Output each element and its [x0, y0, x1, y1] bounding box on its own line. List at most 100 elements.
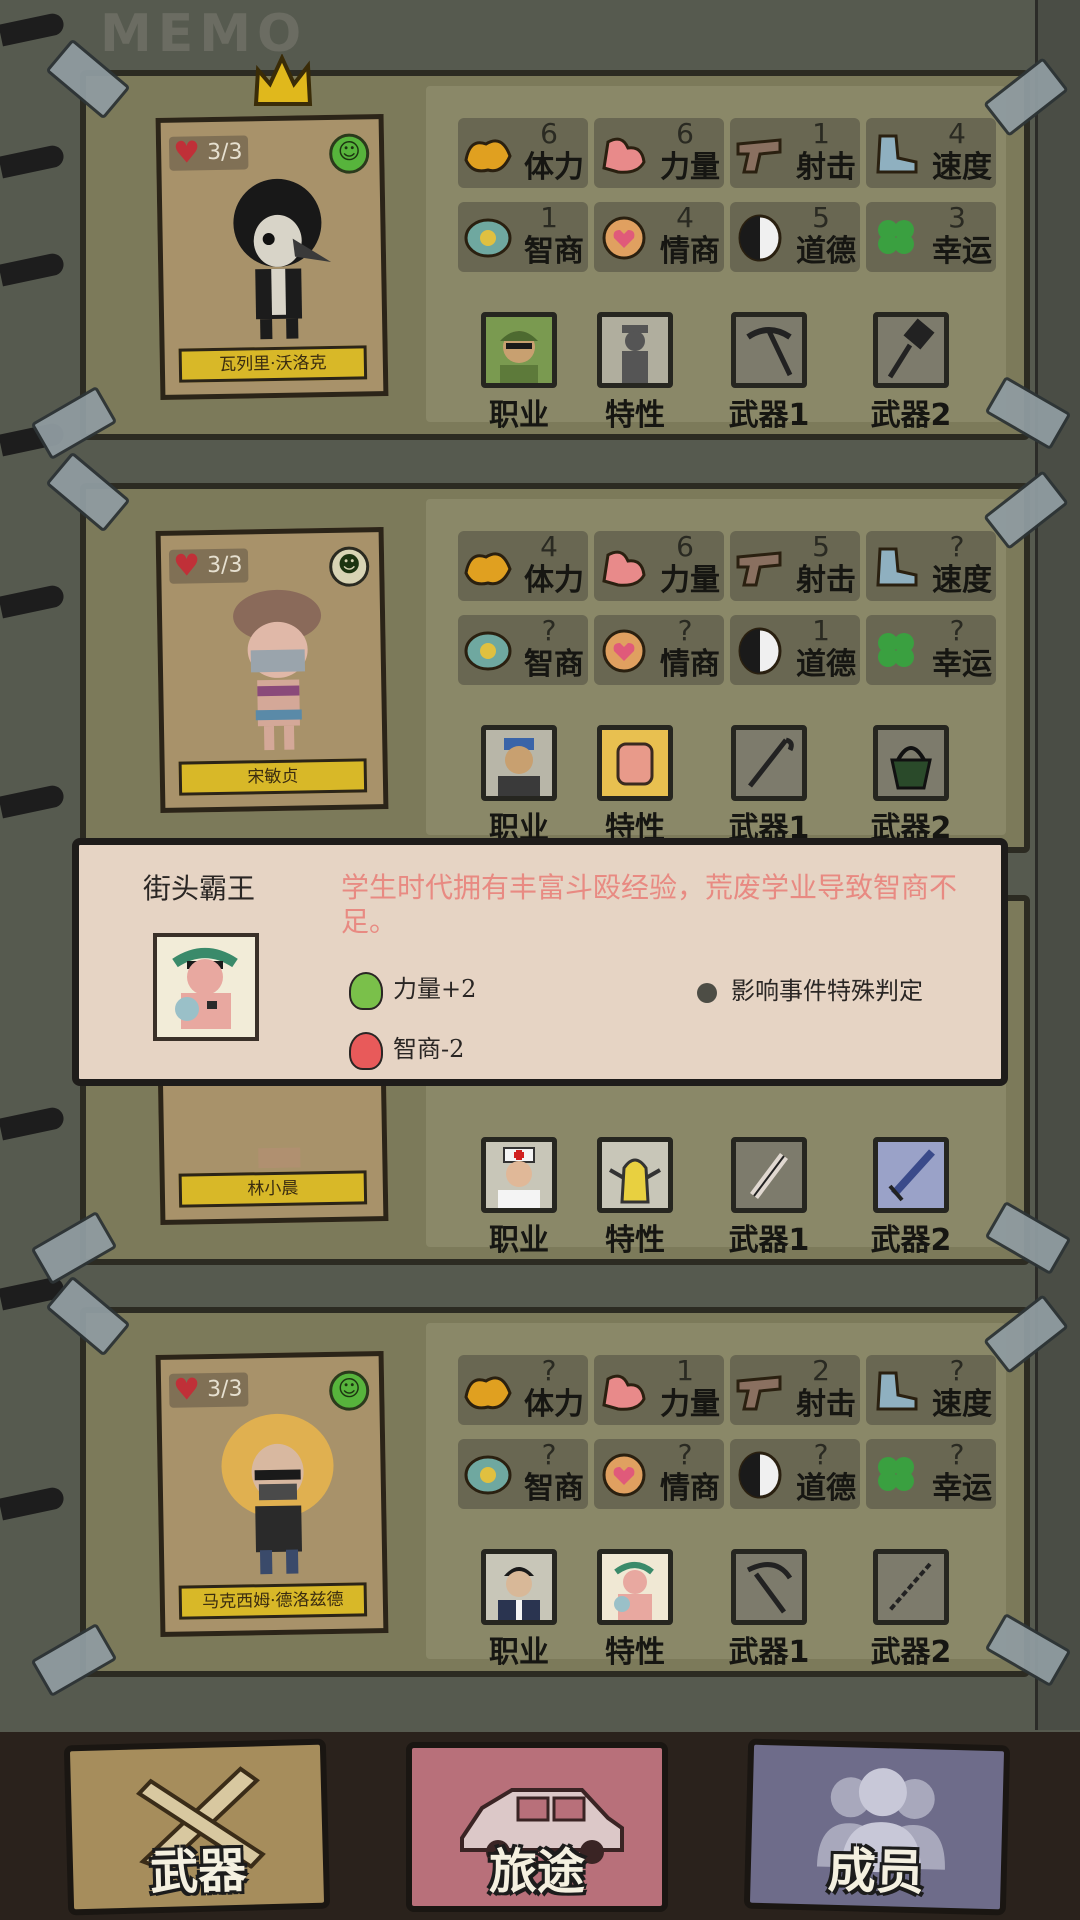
job-slot[interactable]: 职业	[464, 312, 574, 434]
stat-label: 道德	[796, 1471, 856, 1506]
nurse-icon	[481, 1137, 557, 1213]
journey-tab-button[interactable]: 旅途	[406, 1742, 668, 1912]
thumbs-down-icon	[349, 1031, 383, 1070]
stat-label: 射击	[796, 150, 856, 185]
trait-slot[interactable]: 特性	[580, 1549, 690, 1671]
stat-label: 速度	[932, 150, 992, 185]
arm-icon	[598, 543, 650, 591]
brain-icon	[462, 1451, 514, 1499]
member-card[interactable]: ♥ 3/3 ☺ 瓦列里·沃洛克	[155, 114, 389, 400]
stat-speed: ? 速度	[866, 531, 996, 601]
smile-icon: ☺	[328, 133, 370, 174]
stat-label: 力量	[660, 1387, 720, 1422]
weapon1-slot[interactable]: 武器1	[714, 1137, 824, 1259]
stat-morality: 1 道德	[730, 615, 860, 685]
pistol-icon	[734, 1367, 786, 1415]
stat-shooting: 2 射击	[730, 1355, 860, 1425]
boot-icon	[870, 543, 922, 591]
member-panel[interactable]: ♥ 3/3 ☺ 马克西姆·德洛兹德 ? 体力 1 力量 2 射击 ? 速度 ? 智商 ? 情…	[30, 1275, 1072, 1698]
stat-luck: ? 幸运	[866, 615, 996, 685]
stat-label: 体力	[524, 150, 584, 185]
job-slot[interactable]: 职业	[464, 1549, 574, 1671]
shadow-figure-icon	[597, 312, 673, 388]
members-tab-button[interactable]: 成员	[743, 1738, 1011, 1916]
muscle-icon	[462, 1367, 514, 1415]
heart-icon: ♥	[172, 1372, 201, 1408]
stat-label: 情商	[660, 234, 720, 269]
trait-slot[interactable]: 特性	[580, 312, 690, 434]
members-tab-label: 成员	[827, 1842, 925, 1902]
weapon1-slot[interactable]: 武器1	[714, 1549, 824, 1671]
chain-whip-icon	[873, 1549, 949, 1625]
trait-description: 学生时代拥有丰富斗殴经验，荒废学业导致智商不足。	[341, 871, 958, 938]
stat-label: 体力	[524, 1387, 584, 1422]
trait-note: 影响事件特殊判定	[697, 971, 923, 1006]
trait-tooltip-popup[interactable]: 街头霸王 学生时代拥有丰富斗殴经验，荒废学业导致智商不足。 力量+2 智商-2 …	[72, 838, 1008, 1086]
stat-label: 智商	[524, 234, 584, 269]
tape-strip	[30, 385, 118, 461]
brain-icon	[462, 214, 514, 262]
stat-label: 体力	[524, 563, 584, 598]
member-card[interactable]: ♥ 3/3 ☺ 马克西姆·德洛兹德	[155, 1351, 389, 1637]
journey-tab-label: 旅途	[488, 1844, 585, 1900]
crown-icon	[253, 54, 313, 106]
hp-indicator: ♥ 3/3	[168, 135, 249, 171]
member-panel[interactable]: ♥ 3/3 ☺ 瓦列里·沃洛克 6 体力 6 力量 1 射击 4 速度 1 智商 4情	[30, 38, 1072, 461]
businessman-icon	[481, 1549, 557, 1625]
weapons-tab-label: 武器	[149, 1842, 247, 1902]
smile-icon: ☺	[328, 1370, 370, 1411]
job-slot[interactable]: 职业	[464, 1137, 574, 1259]
character-curly-hair	[221, 1413, 334, 1575]
member-name: 宋敏贞	[178, 758, 368, 796]
arm-icon	[598, 1367, 650, 1415]
slot-label: 职业	[489, 398, 549, 433]
stat-label: 力量	[660, 563, 720, 598]
slot-label: 武器2	[870, 398, 952, 433]
sickle-icon	[731, 1549, 807, 1625]
crowbar-icon	[731, 725, 807, 801]
stat-label: 力量	[660, 150, 720, 185]
weapon2-slot[interactable]: 武器2	[856, 1549, 966, 1671]
slot-label: 职业	[489, 1223, 549, 1258]
clover-icon	[870, 1451, 922, 1499]
trait-slot[interactable]: 特性	[580, 1137, 690, 1259]
thumbs-up-icon	[349, 971, 383, 1010]
stat-eq: ? 情商	[594, 1439, 724, 1509]
trait-slot[interactable]: 特性	[580, 725, 690, 847]
stats-grid: 4 体力 6 力量 5 射击 ? 速度 ? 智商 ? 情商 1 道德 ? 幸运	[458, 531, 996, 685]
slot-label: 武器1	[728, 1635, 810, 1670]
stat-label: 速度	[932, 1387, 992, 1422]
street-fighter-portrait	[153, 933, 259, 1041]
notebook-page-edge	[1035, 0, 1080, 1730]
weapon2-slot[interactable]: 武器2	[856, 312, 966, 434]
boot-icon	[870, 130, 922, 178]
weapon2-slot[interactable]: 武器2	[856, 725, 966, 847]
fist-icon	[597, 725, 673, 801]
stat-morality: ? 道德	[730, 1439, 860, 1509]
clover-icon	[870, 627, 922, 675]
stat-label: 情商	[660, 647, 720, 682]
stat-luck: 3 幸运	[866, 202, 996, 272]
member-panel[interactable]: ♥ 3/3 ☻ 宋敏贞 4 体力 6 力量 5 射击 ? 速度 ? 智商 ? 情商 1 道德 …	[45, 451, 1069, 853]
stat-intelligence: ? 智商	[458, 615, 588, 685]
weapon2-slot[interactable]: 武器2	[856, 1137, 966, 1259]
stat-label: 幸运	[932, 234, 992, 269]
weapon1-slot[interactable]: 武器1	[714, 725, 824, 847]
binder-ring	[0, 1105, 66, 1141]
hp-value: 3/3	[206, 139, 243, 166]
brain-icon	[462, 627, 514, 675]
pistol-icon	[734, 130, 786, 178]
weapon1-slot[interactable]: 武器1	[714, 312, 824, 434]
member-card[interactable]: ♥ 3/3 ☻ 宋敏贞	[155, 527, 389, 813]
stat-stamina: 6 体力	[458, 118, 588, 188]
job-slot[interactable]: 职业	[464, 725, 574, 847]
tape-strip	[30, 1210, 118, 1286]
stat-label: 道德	[796, 234, 856, 269]
binder-ring	[0, 143, 66, 179]
stat-speed: ? 速度	[866, 1355, 996, 1425]
stats-grid: ? 体力 1 力量 2 射击 ? 速度 ? 智商 ? 情商 ? 道德 ? 幸运	[458, 1355, 996, 1509]
weapons-tab-button[interactable]: 武器	[63, 1738, 331, 1916]
stat-shooting: 5 射击	[730, 531, 860, 601]
trait-bonus: 力量+2	[349, 969, 476, 1010]
boot-icon	[870, 1367, 922, 1415]
